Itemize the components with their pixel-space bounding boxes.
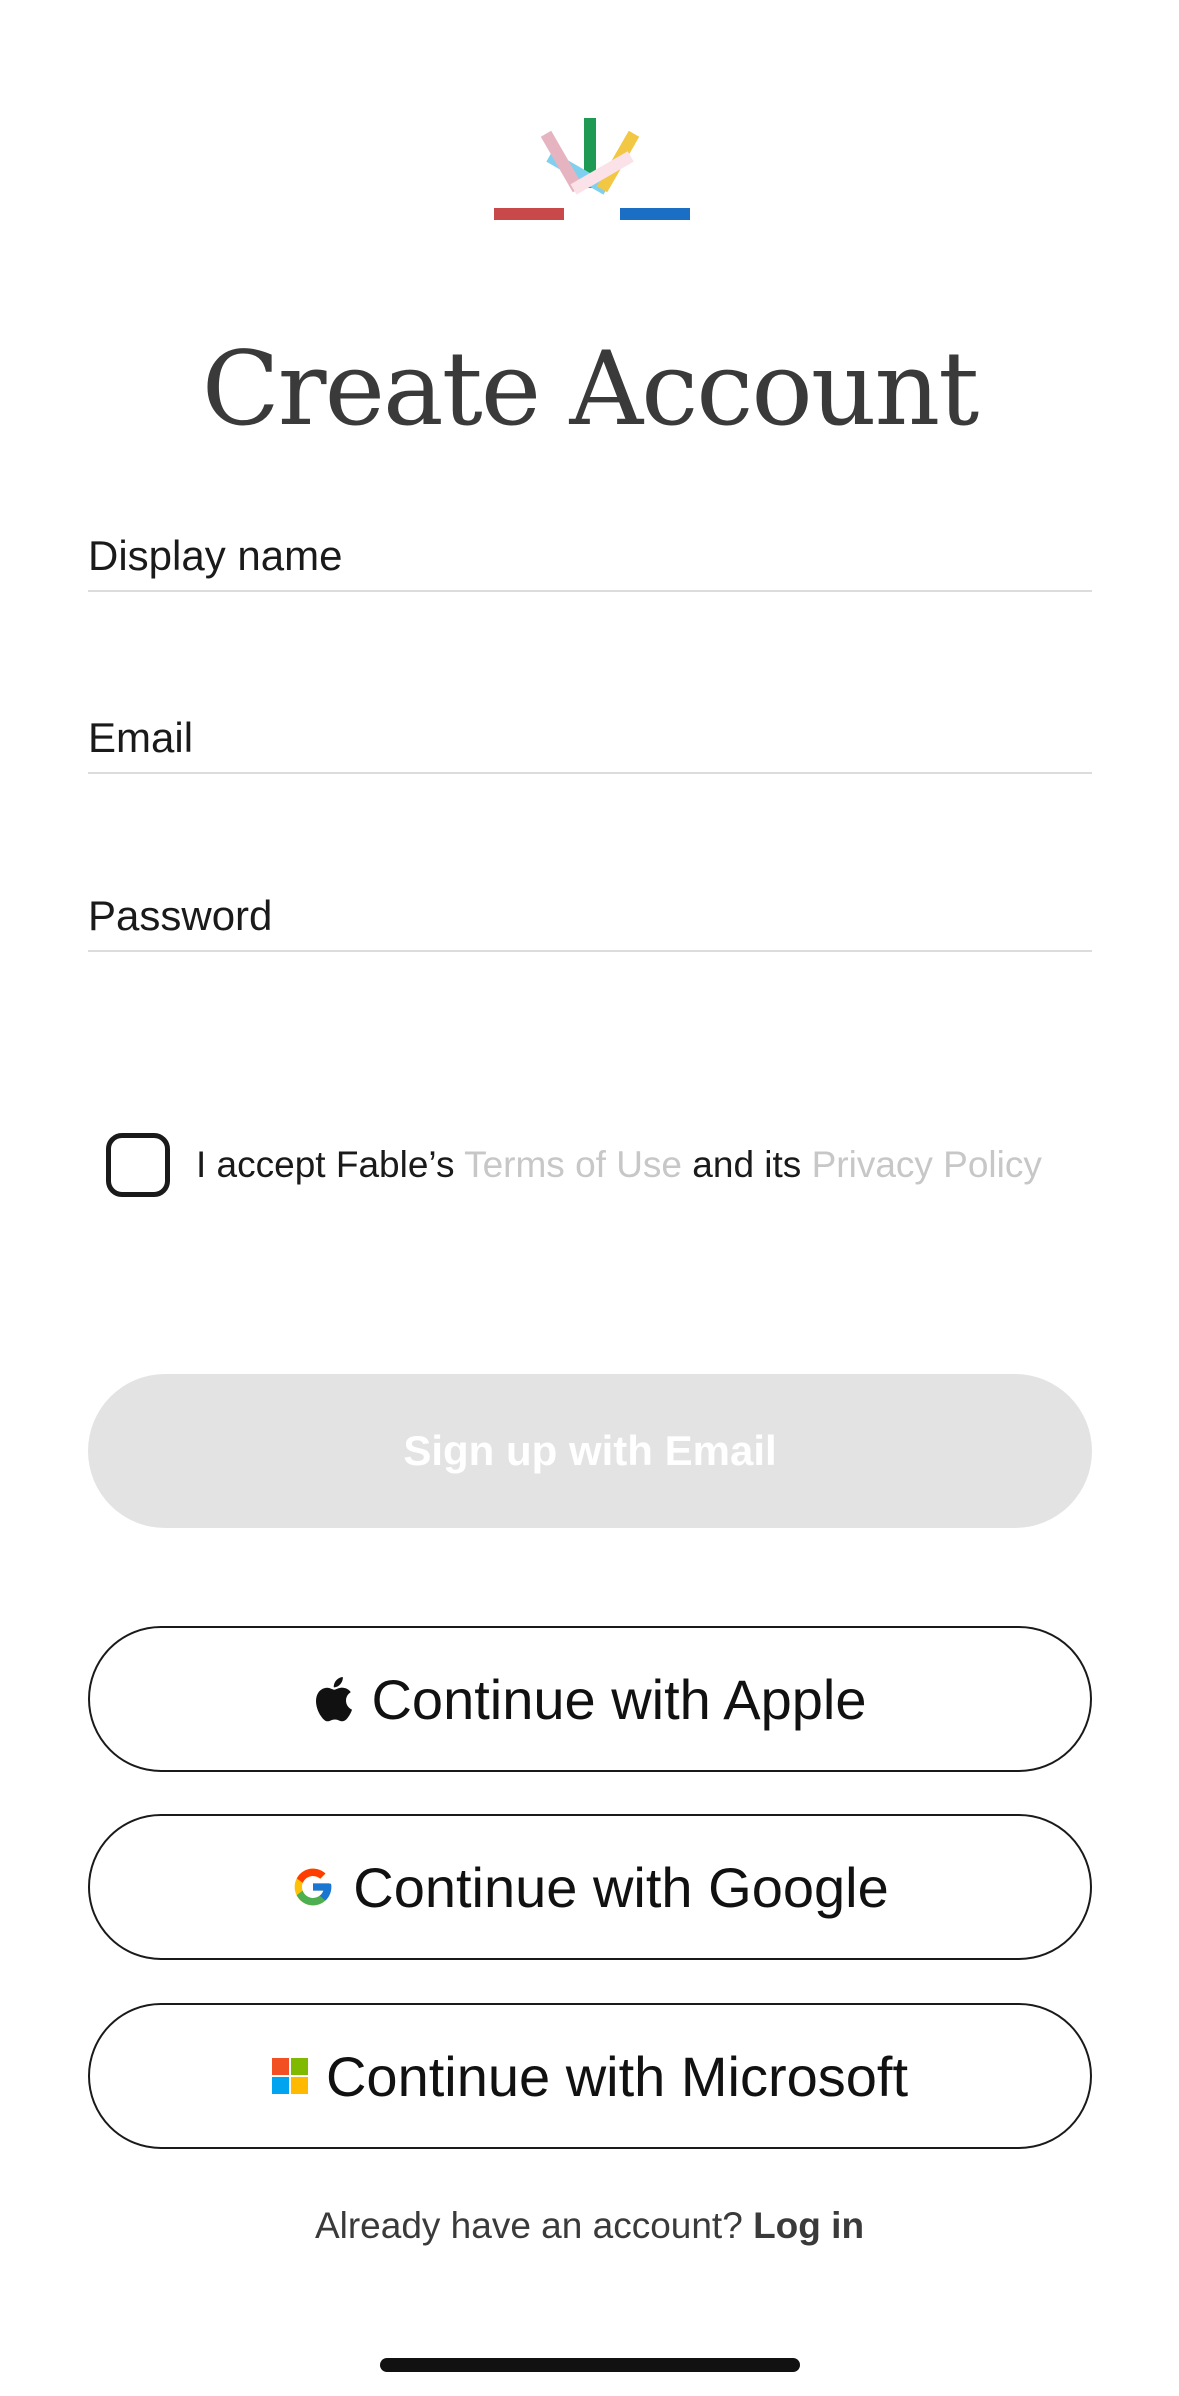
page-title: Create Account [201,330,979,449]
terms-consent: I accept Fable’s Terms of Use and its Pr… [106,1128,1106,1202]
password-field[interactable] [88,860,1092,952]
home-indicator[interactable] [380,2358,800,2372]
display-name-input[interactable] [88,532,1092,580]
consent-middle: and its [682,1144,812,1185]
continue-microsoft-button[interactable]: Continue with Microsoft [88,2003,1092,2149]
logo-bar-red [494,208,564,220]
display-name-field[interactable] [88,500,1092,592]
continue-google-button[interactable]: Continue with Google [88,1814,1092,1960]
continue-microsoft-label: Continue with Microsoft [325,2044,908,2108]
microsoft-icon [271,2058,308,2094]
consent-prefix: I accept Fable’s [196,1144,465,1185]
logo-bar-blue [620,208,690,220]
continue-apple-label: Continue with Apple [371,1667,867,1731]
sign-up-email-label: Sign up with Email [403,1427,777,1474]
sign-up-email-button[interactable]: Sign up with Email [88,1374,1092,1528]
terms-checkbox[interactable] [106,1133,170,1197]
privacy-policy-link[interactable]: Privacy Policy [812,1144,1042,1185]
email-input[interactable] [88,714,1092,762]
apple-icon [313,1675,353,1723]
terms-of-use-link[interactable]: Terms of Use [464,1144,682,1185]
google-icon [291,1865,335,1909]
continue-apple-button[interactable]: Continue with Apple [88,1626,1092,1772]
consent-text: I accept Fable’s Terms of Use and its Pr… [196,1144,1042,1186]
password-input[interactable] [88,892,1092,940]
login-prompt-text: Already have an account? [314,2205,754,2246]
email-field[interactable] [88,682,1092,774]
login-prompt: Already have an account? Log in [0,2205,1179,2247]
log-in-link[interactable]: Log in [753,2205,864,2246]
continue-google-label: Continue with Google [353,1855,889,1919]
fable-logo [494,118,690,220]
